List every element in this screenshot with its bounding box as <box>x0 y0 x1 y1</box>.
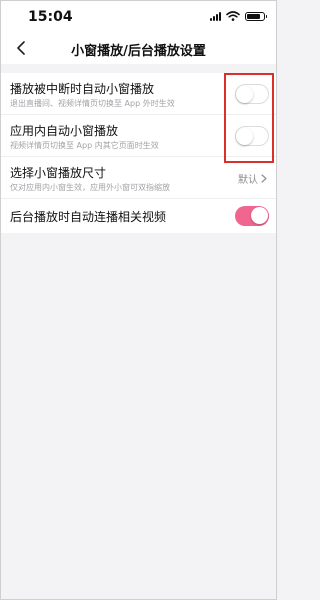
setting-row-auto-pip-interrupt: 播放被中断时自动小窗播放 退出直播间、视频详情页切换至 App 外时生效 <box>0 73 277 115</box>
in-app-pip-toggle[interactable] <box>235 126 269 146</box>
battery-level <box>247 13 260 19</box>
setting-description: 仅对应用内小窗生效，应用外小窗可双指缩放 <box>10 183 170 192</box>
toggle-knob <box>250 207 268 224</box>
setting-label: 应用内自动小窗播放 <box>10 124 119 138</box>
settings-list: 播放被中断时自动小窗播放 退出直播间、视频详情页切换至 App 外时生效 应用内… <box>0 73 277 233</box>
status-time: 15:04 <box>28 9 73 25</box>
background-autoplay-toggle[interactable] <box>235 206 269 226</box>
chevron-right-icon <box>261 174 267 183</box>
toggle-knob <box>236 85 253 103</box>
setting-description: 视频详情页切换至 App 内其它页面时生效 <box>10 141 159 150</box>
navigation-bar: 小窗播放/后台播放设置 <box>0 34 277 64</box>
setting-description: 退出直播间、视频详情页切换至 App 外时生效 <box>10 99 175 108</box>
setting-label: 后台播放时自动连播相关视频 <box>10 210 167 224</box>
pip-size-value-text: 默认 <box>238 175 258 186</box>
setting-row-in-app-pip: 应用内自动小窗播放 视频详情页切换至 App 内其它页面时生效 <box>0 115 277 157</box>
signal-icon <box>210 11 221 21</box>
setting-label: 选择小窗播放尺寸 <box>10 166 107 180</box>
toggle-knob <box>236 127 253 145</box>
auto-pip-interrupt-toggle[interactable] <box>235 84 269 104</box>
status-icons <box>210 11 267 21</box>
setting-row-background-autoplay: 后台播放时自动连播相关视频 <box>0 199 277 233</box>
setting-label: 播放被中断时自动小窗播放 <box>10 82 155 96</box>
setting-row-pip-size[interactable]: 选择小窗播放尺寸 仅对应用内小窗生效，应用外小窗可双指缩放 默认 <box>0 157 277 199</box>
page-title: 小窗播放/后台播放设置 <box>71 44 206 59</box>
battery-icon <box>245 11 267 21</box>
wifi-icon <box>226 11 240 21</box>
pip-size-value[interactable]: 默认 <box>238 171 267 186</box>
status-bar: 15:04 <box>0 0 277 34</box>
